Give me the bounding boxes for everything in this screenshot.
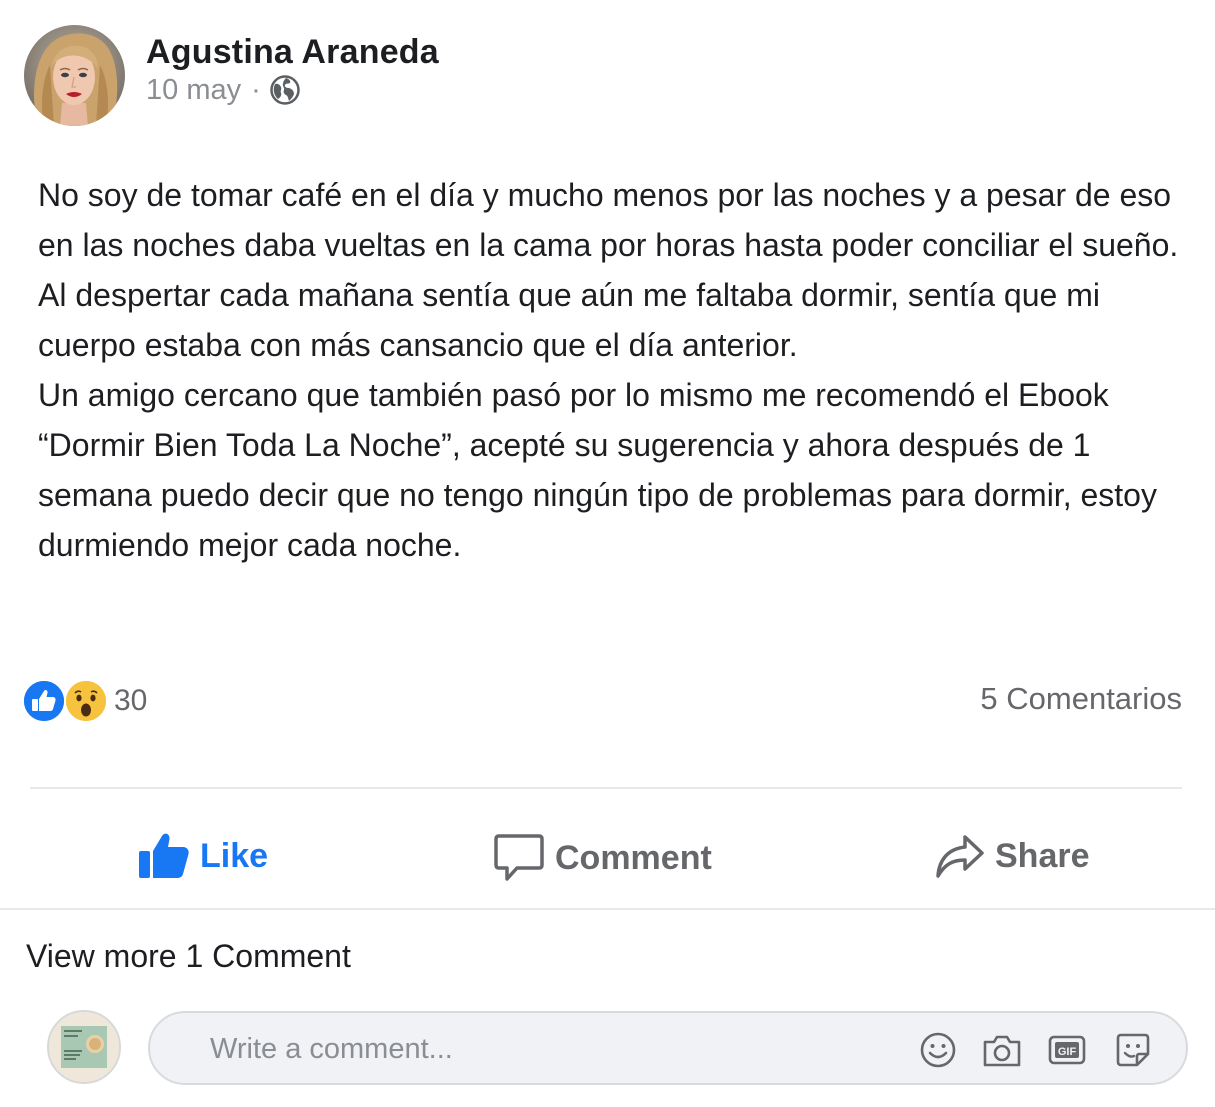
- like-label: Like: [200, 836, 269, 875]
- post-paragraph: No soy de tomar café en el día y mucho m…: [38, 177, 1179, 363]
- author-name[interactable]: Agustina Araneda: [146, 33, 439, 72]
- like-button[interactable]: Like: [138, 826, 268, 886]
- comment-button[interactable]: Comment: [493, 828, 712, 888]
- camera-icon[interactable]: [981, 1030, 1021, 1070]
- author-avatar[interactable]: [24, 25, 125, 126]
- comment-bubble-icon: [493, 832, 545, 884]
- share-label: Share: [995, 836, 1090, 875]
- current-user-avatar[interactable]: [47, 1010, 121, 1084]
- post-meta: 10 may ·: [146, 72, 301, 108]
- view-more-comments-link[interactable]: View more 1 Comment: [26, 938, 351, 975]
- thumbs-up-icon: [138, 832, 190, 880]
- like-reaction-icon: [22, 679, 66, 723]
- comment-composer[interactable]: GIF: [148, 1011, 1188, 1085]
- wow-reaction-icon: [64, 679, 108, 723]
- globe-icon: [269, 74, 301, 106]
- divider: [30, 787, 1182, 789]
- comment-input[interactable]: [210, 1027, 810, 1071]
- divider: [0, 908, 1215, 910]
- emoji-icon[interactable]: [918, 1030, 958, 1070]
- reactions-summary[interactable]: 30: [22, 678, 147, 724]
- meta-separator: ·: [251, 73, 261, 106]
- comments-count[interactable]: 5 Comentarios: [980, 681, 1182, 717]
- reaction-count: 30: [114, 684, 148, 717]
- share-button[interactable]: Share: [935, 826, 1090, 886]
- comment-label: Comment: [555, 838, 712, 877]
- post-paragraph: Un amigo cercano que también pasó por lo…: [38, 377, 1157, 563]
- post-text: No soy de tomar café en el día y mucho m…: [38, 170, 1188, 570]
- post-date[interactable]: 10 may: [146, 74, 241, 107]
- sticker-icon[interactable]: [1113, 1030, 1153, 1070]
- facebook-post: Agustina Araneda 10 may · No soy de toma…: [0, 0, 1215, 1107]
- svg-text:GIF: GIF: [1058, 1046, 1077, 1058]
- share-arrow-icon: [935, 831, 985, 881]
- gif-icon[interactable]: GIF: [1047, 1030, 1087, 1070]
